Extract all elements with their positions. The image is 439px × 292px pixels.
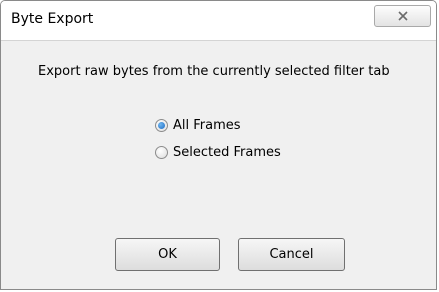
ok-button[interactable]: OK bbox=[115, 238, 220, 271]
cancel-button[interactable]: Cancel bbox=[238, 238, 345, 271]
close-icon bbox=[397, 11, 408, 21]
radio-option-selected-frames[interactable]: Selected Frames bbox=[155, 145, 281, 160]
title-bar: Byte Export bbox=[1, 1, 436, 41]
close-button[interactable] bbox=[374, 5, 431, 27]
window-title: Byte Export bbox=[11, 11, 94, 27]
radio-label-all-frames: All Frames bbox=[173, 118, 241, 133]
radio-label-selected-frames: Selected Frames bbox=[173, 145, 281, 160]
radio-button-all-frames[interactable] bbox=[155, 119, 168, 132]
radio-option-all-frames[interactable]: All Frames bbox=[155, 118, 241, 133]
radio-button-selected-frames[interactable] bbox=[155, 146, 168, 159]
dialog-message: Export raw bytes from the currently sele… bbox=[38, 64, 390, 79]
byte-export-dialog: Byte Export Export raw bytes from the cu… bbox=[0, 0, 437, 290]
